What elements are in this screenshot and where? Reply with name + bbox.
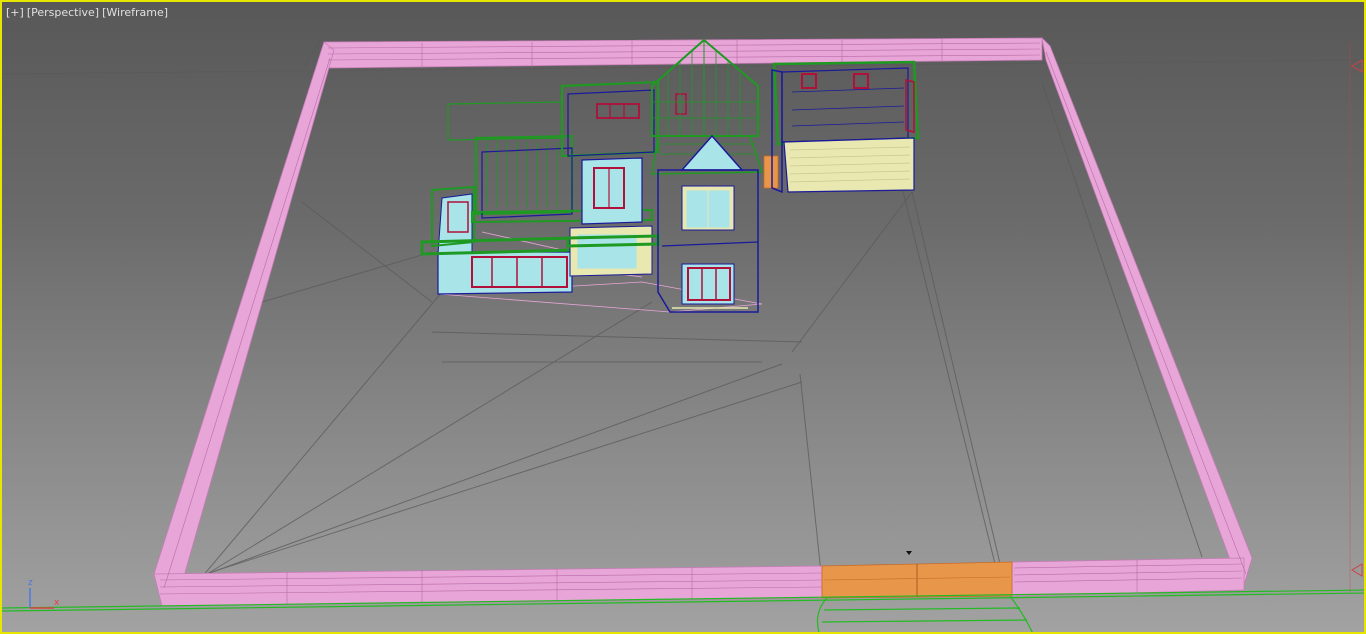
wireframe-scene[interactable] bbox=[2, 2, 1366, 634]
right-garage-block[interactable] bbox=[771, 60, 920, 194]
viewport-menu-wireframe[interactable]: [Wireframe] bbox=[102, 6, 168, 19]
axis-z-label: z bbox=[28, 578, 33, 588]
axis-x-label: x bbox=[54, 598, 60, 608]
front-gable-facade[interactable] bbox=[657, 134, 759, 313]
gate[interactable] bbox=[821, 561, 1013, 599]
axis-gizmo-icon: z x bbox=[20, 574, 70, 614]
fence-front-right bbox=[1011, 557, 1245, 597]
upper-middle-block[interactable] bbox=[560, 80, 687, 158]
house-model[interactable] bbox=[420, 38, 920, 313]
connector-door[interactable] bbox=[763, 155, 779, 189]
perspective-viewport[interactable]: [+] [Perspective] [Wireframe] z x bbox=[0, 0, 1366, 634]
middle-block[interactable] bbox=[566, 157, 660, 277]
fence-boundary[interactable] bbox=[153, 36, 1253, 607]
left-wing[interactable] bbox=[420, 185, 576, 295]
cursor-icon bbox=[906, 551, 912, 555]
fence-left bbox=[153, 41, 335, 605]
camera-marker-icon bbox=[1351, 563, 1363, 577]
viewport-label-menu: [+] [Perspective] [Wireframe] bbox=[6, 6, 168, 19]
camera-marker-icon bbox=[1351, 59, 1363, 73]
viewport-menu-plus[interactable]: [+] bbox=[6, 6, 24, 19]
fence-rails bbox=[159, 39, 1247, 604]
viewport-menu-perspective[interactable]: [Perspective] bbox=[27, 6, 99, 19]
